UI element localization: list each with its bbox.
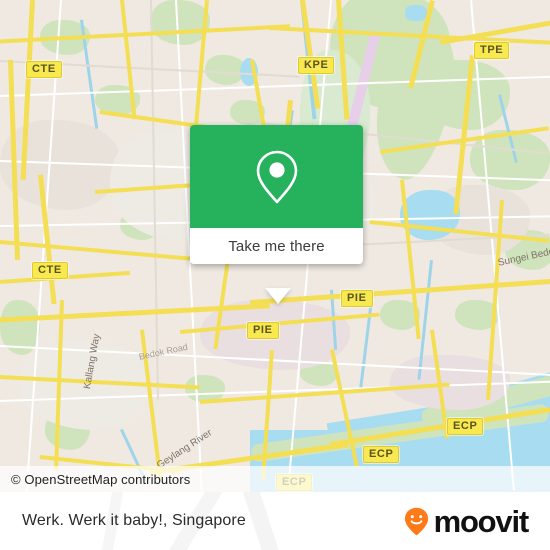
screen: Sungei Bedok Geylang River Kallang Way Bedo… [0, 0, 550, 550]
popup-card-tail [265, 288, 291, 304]
map-attribution: © OpenStreetMap contributors [0, 466, 550, 492]
road-shield-ecp-6: ECP [447, 418, 484, 435]
popup-card-header [190, 125, 363, 228]
moovit-logo[interactable]: moovit [404, 506, 550, 537]
place-title: Werk. Werk it baby!, Singapore [22, 512, 246, 529]
road-shield-cte-3: CTE [32, 262, 68, 279]
road-shield-pie-4: PIE [341, 290, 373, 307]
road-shield-ecp-7: ECP [363, 446, 400, 463]
road-shield-kpe-1: KPE [298, 57, 335, 74]
location-popup-card[interactable]: Take me there [190, 125, 363, 304]
road-shield-cte-0: CTE [26, 61, 62, 78]
popup-card-action[interactable]: Take me there [190, 228, 363, 264]
road-shield-tpe-2: TPE [474, 42, 510, 59]
moovit-smiley-pin-icon [404, 507, 429, 536]
bottom-bar: Werk. Werk it baby!, Singapore moovit [0, 492, 550, 550]
attribution-text: © OpenStreetMap contributors [11, 471, 191, 487]
map-pin-icon [256, 150, 297, 203]
moovit-wordmark: moovit [433, 503, 530, 539]
road-shield-pie-5: PIE [247, 322, 279, 339]
take-me-there-label: Take me there [228, 237, 325, 255]
